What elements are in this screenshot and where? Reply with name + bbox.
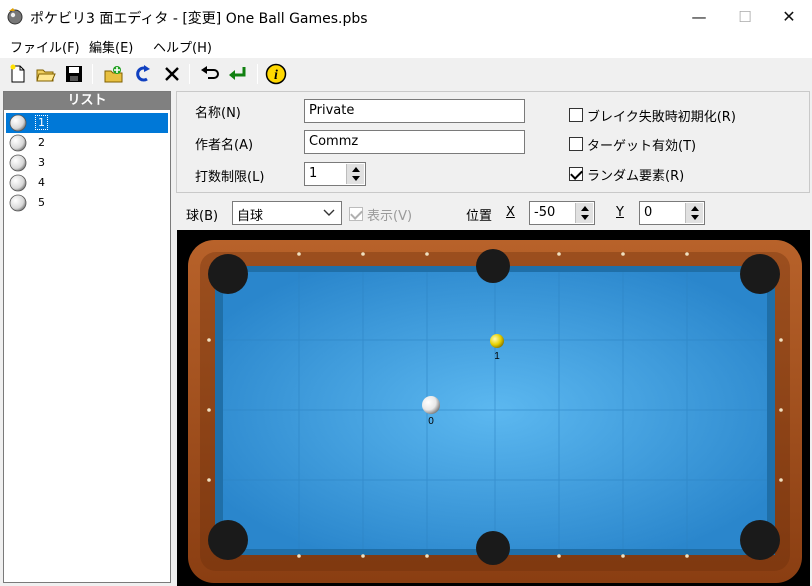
y-label: Y [616, 205, 624, 220]
list-item[interactable]: 1 [6, 113, 168, 133]
shot-limit-label: 打数制限(L) [195, 170, 265, 185]
break-reset-checkbox[interactable] [569, 108, 583, 122]
ball-label: 球(B) [186, 209, 219, 224]
target-enabled-label: ターゲット有効(T) [587, 139, 697, 154]
ball-1[interactable] [490, 334, 504, 348]
cue-ball[interactable] [422, 396, 440, 414]
toolbar-separator [189, 64, 190, 84]
rotate-icon[interactable] [131, 63, 153, 85]
ball-icon [9, 174, 27, 192]
y-value: 0 [644, 205, 653, 220]
enter-icon[interactable] [227, 63, 249, 85]
list-item-label: 1 [35, 115, 48, 130]
random-label: ランダム要素(R) [587, 169, 685, 184]
list-item-label: 2 [38, 136, 45, 149]
svg-text:i: i [274, 68, 278, 83]
name-label: 名称(N) [195, 106, 241, 121]
close-button[interactable]: ✕ [766, 0, 812, 34]
list-header: リスト [4, 92, 170, 110]
menu-help[interactable]: ヘルプ(H) [153, 37, 212, 56]
list-item[interactable]: 3 [6, 153, 168, 173]
x-value: -50 [534, 205, 556, 220]
delete-icon[interactable] [161, 63, 183, 85]
author-field[interactable]: Commz [304, 130, 525, 154]
x-label: X [506, 205, 515, 220]
add-stage-icon[interactable] [103, 63, 125, 85]
save-icon[interactable] [63, 63, 85, 85]
table-canvas[interactable]: 1 0 [177, 230, 810, 586]
shot-limit-value: 1 [309, 166, 318, 181]
undo-icon[interactable] [199, 63, 221, 85]
ball-select[interactable]: 自球 [232, 201, 342, 225]
ball-select-value: 自球 [237, 209, 264, 224]
toolbar-separator [92, 64, 93, 84]
window-title: ポケビリ3 面エディタ - [変更] One Ball Games.pbs [30, 11, 368, 27]
ball-icon [9, 134, 27, 152]
open-folder-icon[interactable] [35, 63, 57, 85]
cue-ball-label: 0 [428, 416, 434, 427]
list-item-label: 4 [38, 176, 45, 189]
list-item[interactable]: 2 [6, 133, 168, 153]
spin-arrows-icon[interactable] [346, 164, 364, 184]
target-enabled-checkbox[interactable] [569, 137, 583, 151]
shot-limit-stepper[interactable]: 1 [304, 162, 366, 186]
position-label: 位置 [466, 209, 493, 224]
break-reset-label: ブレイク失敗時初期化(R) [587, 110, 736, 125]
list-item[interactable]: 5 [6, 193, 168, 213]
spin-arrows-icon[interactable] [685, 203, 703, 223]
menu-edit[interactable]: 編集(E) [89, 37, 133, 56]
author-label: 作者名(A) [195, 138, 254, 153]
ball-icon [9, 154, 27, 172]
ball-icon [9, 114, 27, 132]
spin-arrows-icon[interactable] [575, 203, 593, 223]
ball-1-label: 1 [494, 351, 500, 362]
x-stepper[interactable]: -50 [529, 201, 595, 225]
toolbar-separator [257, 64, 258, 84]
name-field[interactable]: Private [304, 99, 525, 123]
y-stepper[interactable]: 0 [639, 201, 705, 225]
ball-icon [9, 194, 27, 212]
list-item-label: 3 [38, 156, 45, 169]
random-checkbox[interactable] [569, 167, 583, 181]
app-icon [7, 8, 23, 25]
info-icon[interactable]: i [265, 63, 287, 85]
show-label: 表示(V) [367, 209, 413, 224]
new-file-icon[interactable] [7, 63, 29, 85]
list-item-label: 5 [38, 196, 45, 209]
maximize-button[interactable]: ☐ [722, 0, 768, 34]
list-item[interactable]: 4 [6, 173, 168, 193]
chevron-down-icon [323, 209, 335, 216]
show-checkbox[interactable] [349, 207, 363, 221]
minimize-button[interactable]: — [676, 0, 722, 34]
menu-file[interactable]: ファイル(F) [10, 37, 80, 56]
